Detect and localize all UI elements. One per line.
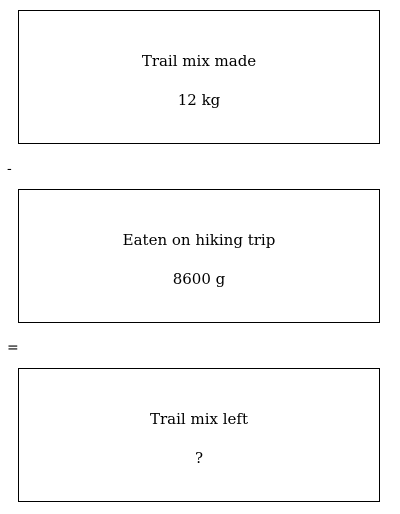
trail-mix-made-label: Trail mix made [141, 52, 257, 70]
trail-mix-left-box: Trail mix left ? [18, 368, 380, 502]
eaten-on-trip-box: Eaten on hiking trip 8600 g [18, 189, 380, 323]
eaten-on-trip-value: 8600 g [172, 270, 226, 288]
eaten-on-trip-label: Eaten on hiking trip [122, 231, 276, 249]
trail-mix-left-value: ? [194, 449, 204, 467]
trail-mix-left-label: Trail mix left [150, 410, 248, 428]
trail-mix-made-value: 12 kg [177, 91, 221, 109]
minus-operator: - [7, 161, 12, 177]
trail-mix-made-box: Trail mix made 12 kg [18, 10, 380, 144]
equals-operator: = [7, 340, 19, 356]
